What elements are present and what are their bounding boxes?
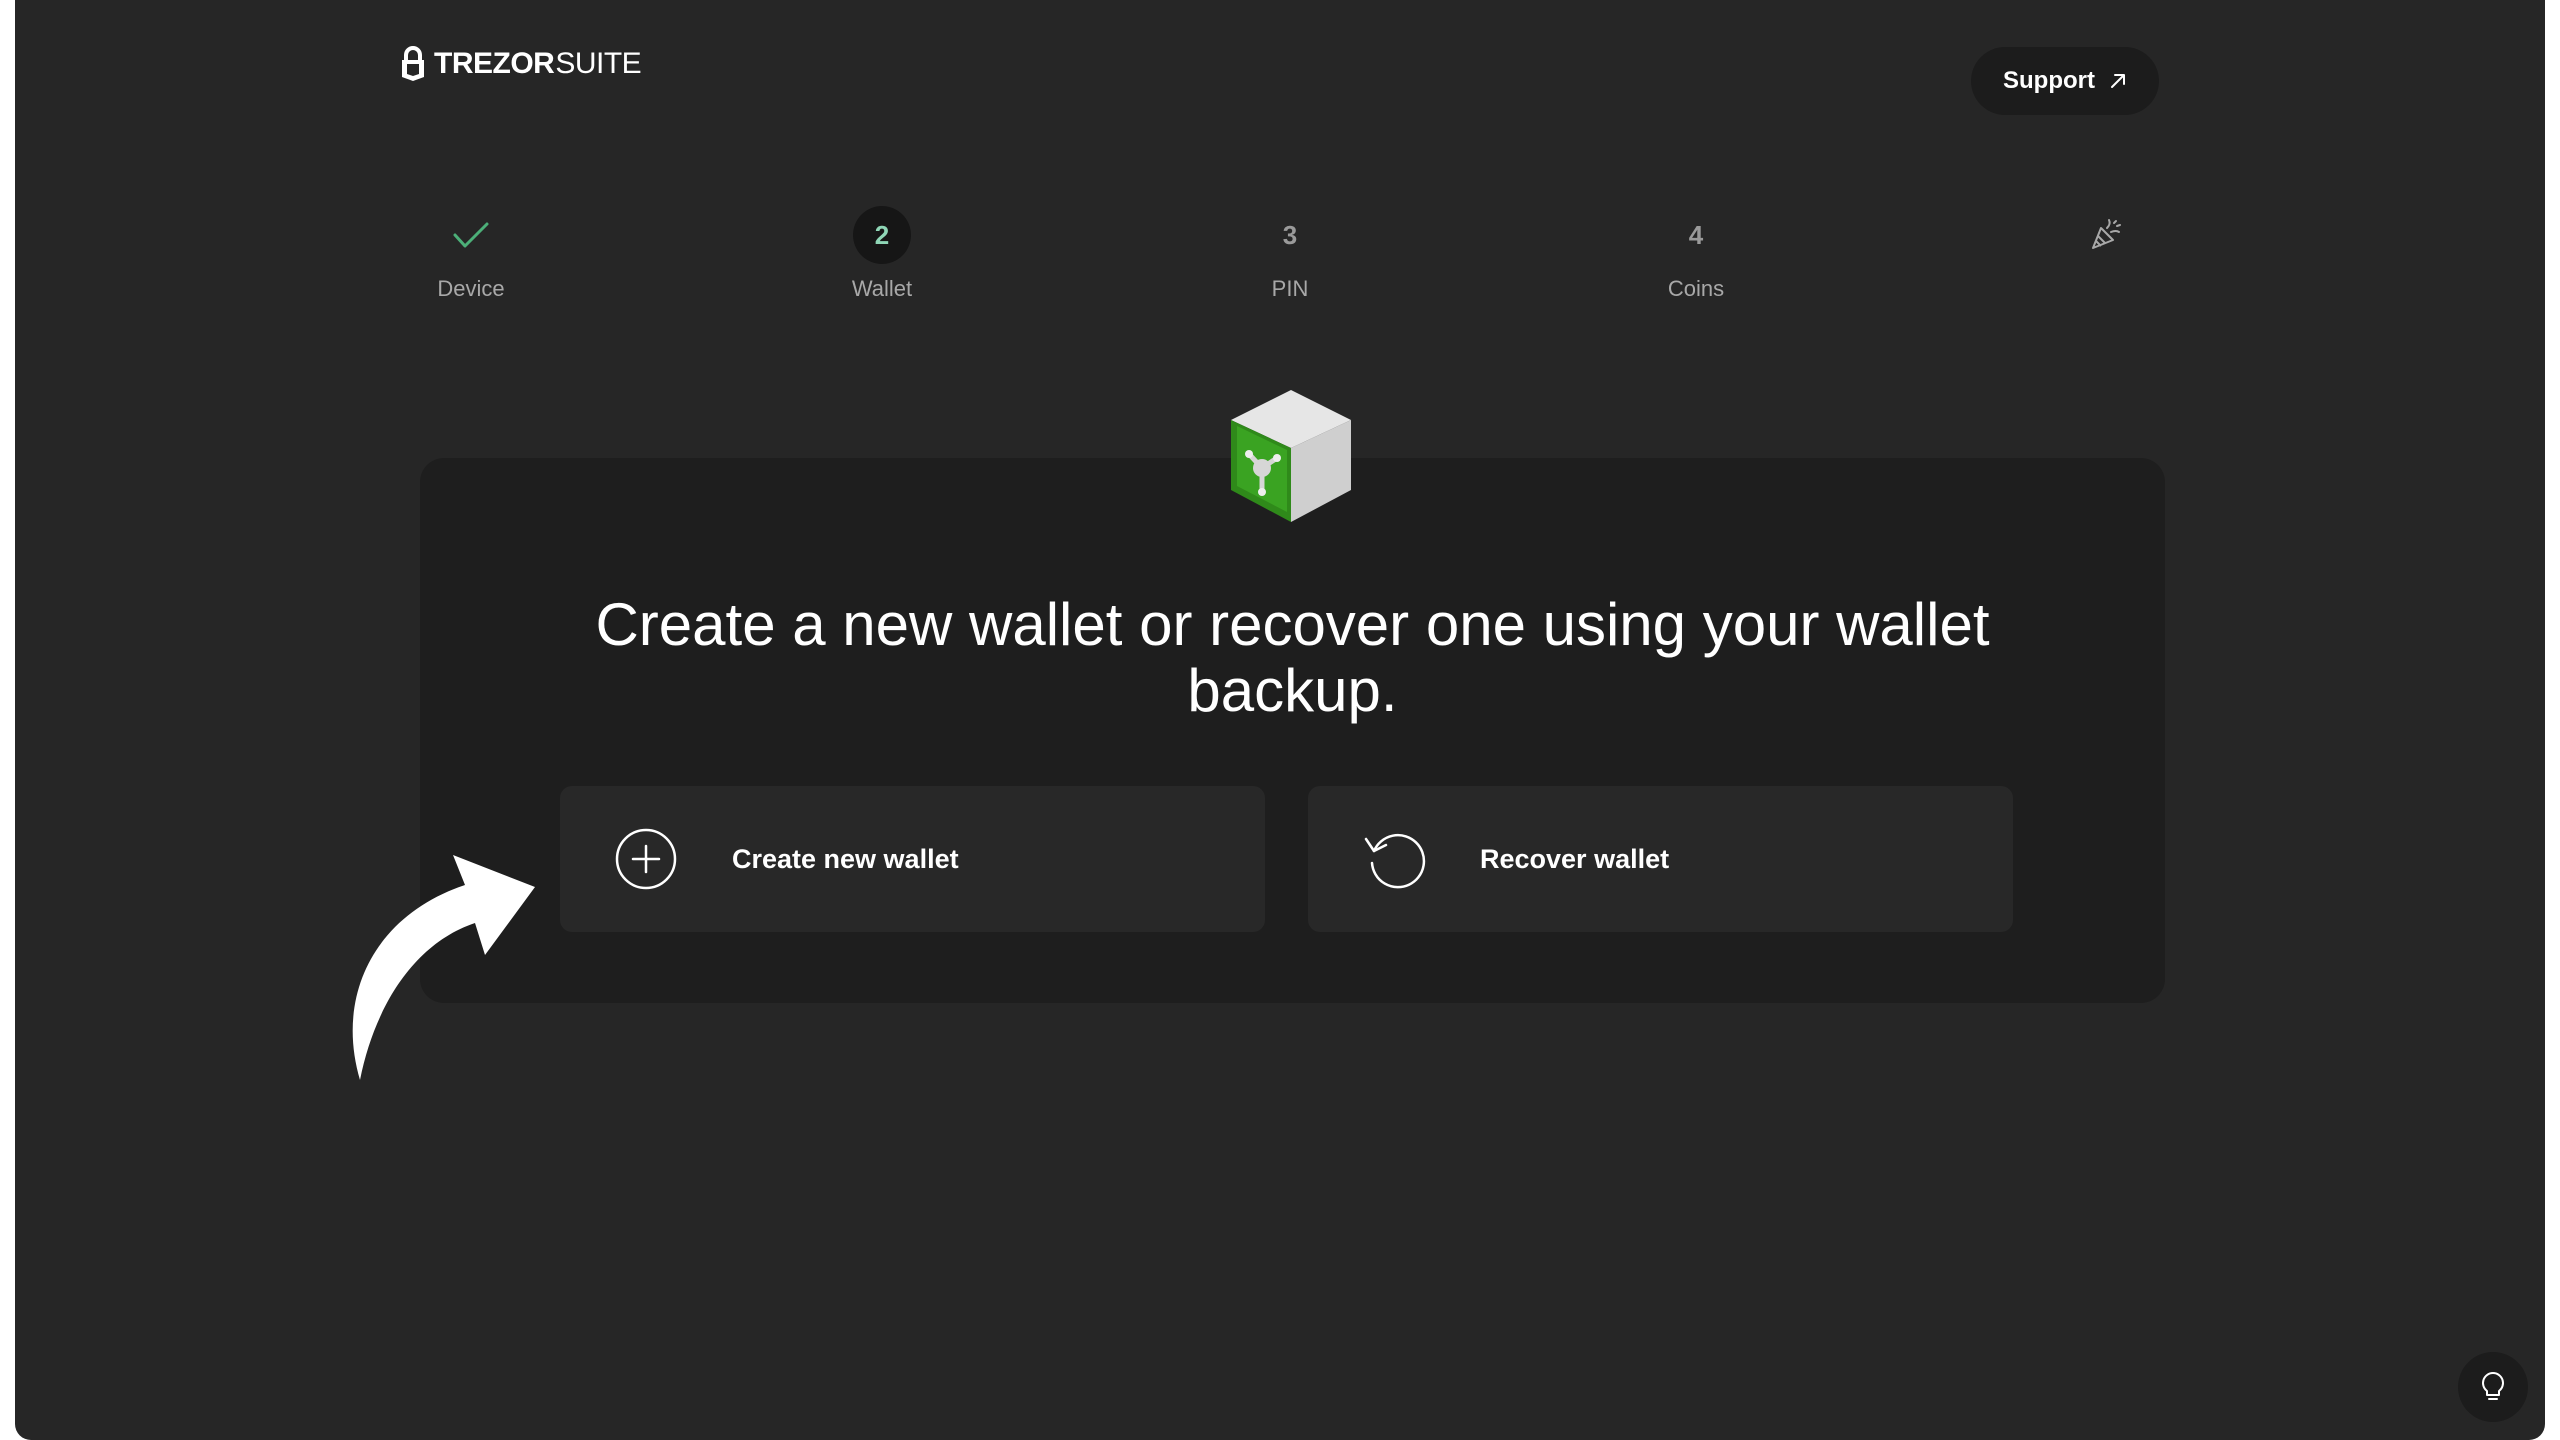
step-label: PIN [1271,276,1309,301]
step-marker: 4 [1688,219,1704,250]
create-new-wallet-label: Create new wallet [732,843,959,874]
step-final [2006,206,2206,264]
logo-brand: TREZOR [434,47,555,80]
checkmark-icon [453,222,489,248]
step-label: Device [437,276,505,301]
support-button[interactable]: Support [1971,47,2159,115]
wallet-cube-icon [1231,390,1351,522]
recover-wallet-label: Recover wallet [1480,843,1670,874]
pointer-arrow-icon [352,855,535,1080]
plus-circle-icon [614,827,678,891]
step-marker [442,206,500,264]
page-heading: Create a new wallet or recover one using… [595,591,1990,724]
app-window: TREZOR SUITE Support Device 2 Wallet 3 PI… [15,0,2545,1440]
create-new-wallet-button[interactable]: Create new wallet [560,786,1265,932]
step-pin: 3 PIN [1190,206,1390,302]
lightbulb-icon [2482,1372,2504,1400]
tips-button[interactable] [2458,1352,2528,1422]
restore-icon [1362,827,1426,891]
trezor-suite-logo: TREZOR SUITE [400,46,642,82]
logo-wordmark: TREZOR SUITE [434,47,642,81]
step-wallet: 2 Wallet [782,206,982,302]
step-marker: 2 [853,206,911,264]
recover-wallet-button[interactable]: Recover wallet [1308,786,2013,932]
step-marker: 3 [1282,219,1298,250]
party-popper-icon [2092,219,2121,249]
step-label: Wallet [851,276,913,301]
step-label: Coins [1667,276,1725,301]
support-button-label: Support [2003,67,2095,94]
arrow-up-right-icon [2110,74,2125,88]
lock-logo-icon [402,46,424,81]
step-coins: 4 Coins [1596,206,1796,302]
step-device: Device [371,206,571,302]
logo-suite: SUITE [555,47,642,80]
step-marker [2077,206,2135,264]
